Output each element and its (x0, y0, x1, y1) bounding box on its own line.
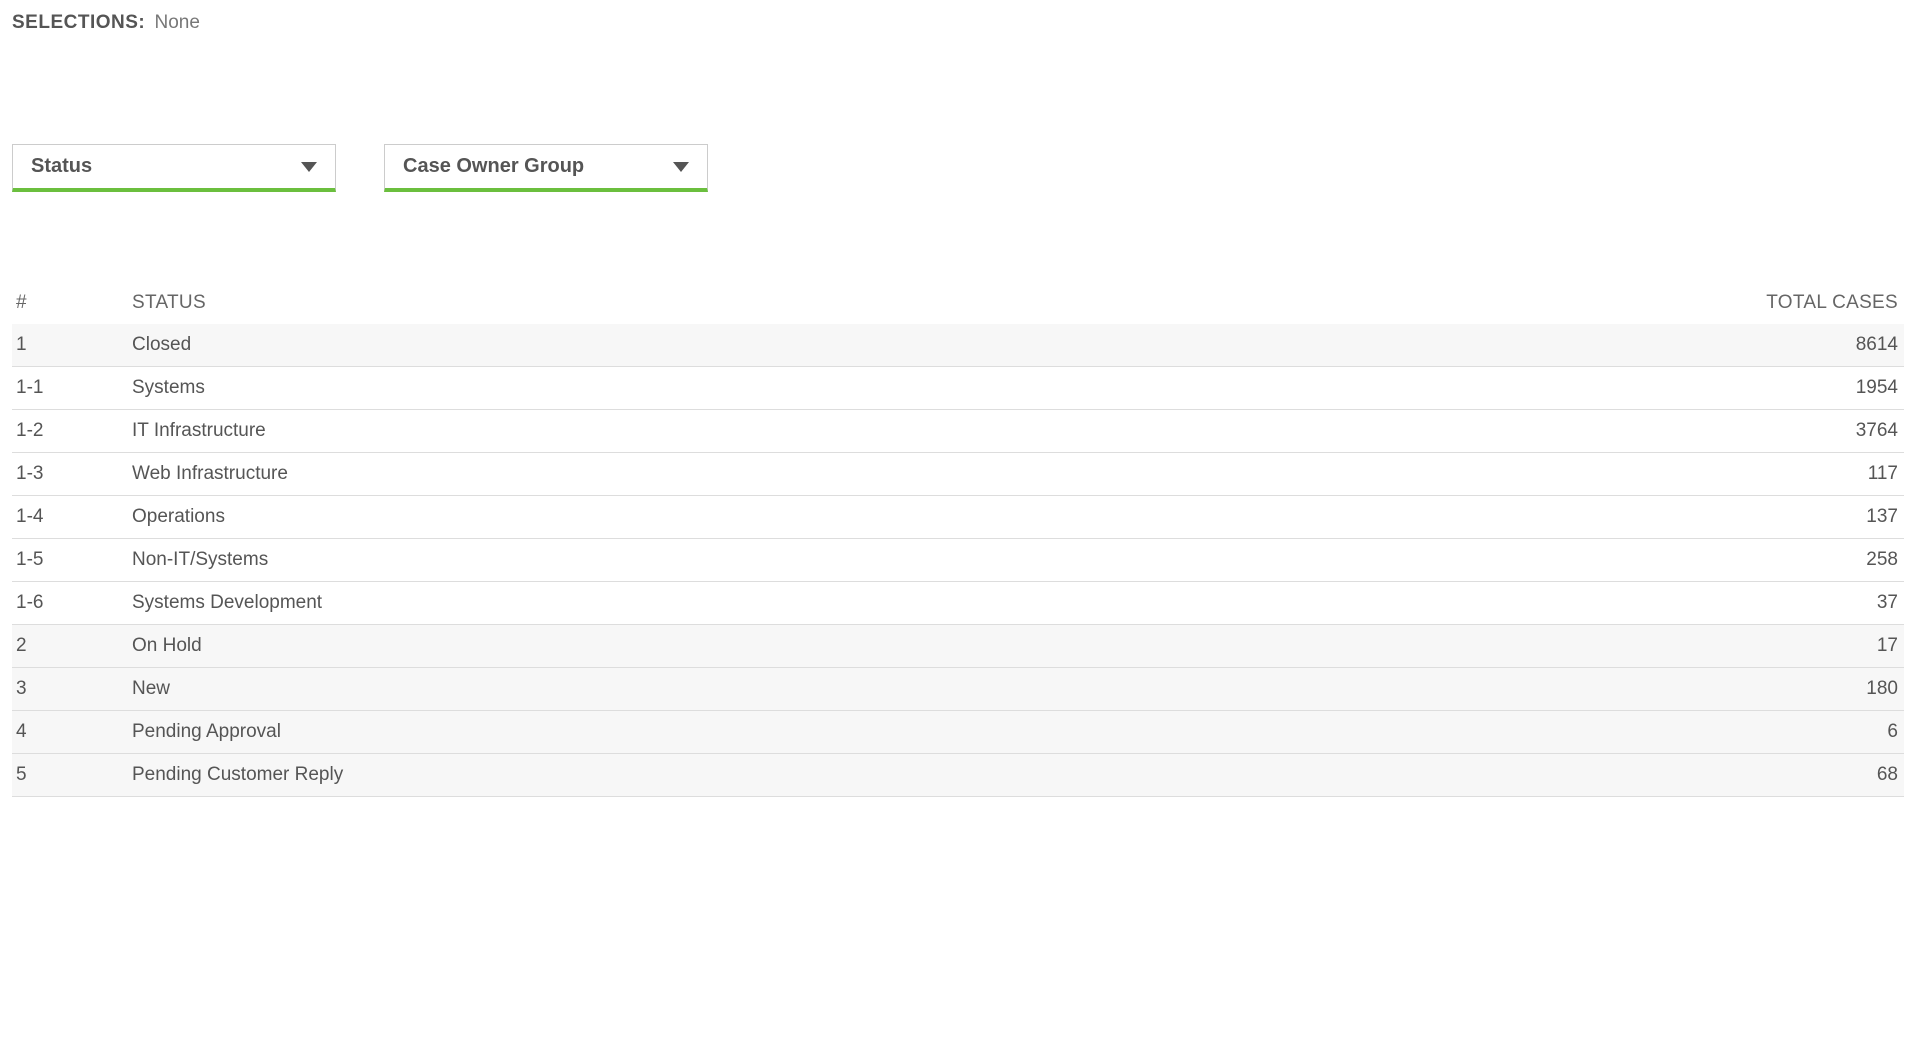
row-num-cell: 1-3 (12, 463, 132, 485)
row-total-cell: 137 (1724, 506, 1904, 528)
table-header-row: # STATUS TOTAL CASES (12, 282, 1904, 324)
row-status-cell: Pending Approval (132, 721, 1724, 743)
row-num-cell: 4 (12, 721, 132, 743)
row-total-cell: 258 (1724, 549, 1904, 571)
row-status-cell: Operations (132, 506, 1724, 528)
row-status-cell: Pending Customer Reply (132, 764, 1724, 786)
table-row[interactable]: 1-1Systems1954 (12, 367, 1904, 410)
status-filter-dropdown[interactable]: Status (12, 144, 336, 192)
row-total-cell: 8614 (1724, 334, 1904, 356)
row-num-cell: 3 (12, 678, 132, 700)
row-status-cell: IT Infrastructure (132, 420, 1724, 442)
column-header-total[interactable]: TOTAL CASES (1724, 292, 1904, 314)
table-row[interactable]: 1-3Web Infrastructure117 (12, 453, 1904, 496)
table-row[interactable]: 1-5Non-IT/Systems258 (12, 539, 1904, 582)
row-total-cell: 1954 (1724, 377, 1904, 399)
row-num-cell: 5 (12, 764, 132, 786)
column-header-num[interactable]: # (12, 292, 132, 314)
selections-value: None (155, 12, 200, 33)
filters-container: Status Case Owner Group (12, 144, 1904, 192)
row-total-cell: 3764 (1724, 420, 1904, 442)
row-status-cell: New (132, 678, 1724, 700)
table-row[interactable]: 1Closed8614 (12, 324, 1904, 367)
row-status-cell: Non-IT/Systems (132, 549, 1724, 571)
table-row[interactable]: 3New180 (12, 668, 1904, 711)
row-num-cell: 1-6 (12, 592, 132, 614)
row-status-cell: Web Infrastructure (132, 463, 1724, 485)
row-status-cell: Systems (132, 377, 1724, 399)
row-total-cell: 37 (1724, 592, 1904, 614)
row-status-cell: Systems Development (132, 592, 1724, 614)
selections-label: SELECTIONS: (12, 12, 145, 33)
row-num-cell: 1-5 (12, 549, 132, 571)
column-header-status[interactable]: STATUS (132, 292, 1724, 314)
row-status-cell: Closed (132, 334, 1724, 356)
row-total-cell: 117 (1724, 463, 1904, 485)
row-num-cell: 1 (12, 334, 132, 356)
chevron-down-icon (673, 162, 689, 172)
cases-table: # STATUS TOTAL CASES 1Closed86141-1Syste… (12, 282, 1904, 797)
row-num-cell: 1-4 (12, 506, 132, 528)
case-owner-group-filter-label: Case Owner Group (403, 155, 584, 178)
row-total-cell: 68 (1724, 764, 1904, 786)
chevron-down-icon (301, 162, 317, 172)
table-body: 1Closed86141-1Systems19541-2IT Infrastru… (12, 324, 1904, 797)
row-total-cell: 6 (1724, 721, 1904, 743)
selections-bar: SELECTIONS: None (12, 12, 1904, 34)
table-row[interactable]: 1-6Systems Development37 (12, 582, 1904, 625)
row-num-cell: 2 (12, 635, 132, 657)
table-row[interactable]: 2On Hold17 (12, 625, 1904, 668)
row-status-cell: On Hold (132, 635, 1724, 657)
table-row[interactable]: 1-2IT Infrastructure3764 (12, 410, 1904, 453)
table-row[interactable]: 1-4Operations137 (12, 496, 1904, 539)
case-owner-group-filter-dropdown[interactable]: Case Owner Group (384, 144, 708, 192)
row-total-cell: 180 (1724, 678, 1904, 700)
status-filter-label: Status (31, 155, 92, 178)
row-num-cell: 1-1 (12, 377, 132, 399)
table-row[interactable]: 4Pending Approval6 (12, 711, 1904, 754)
row-total-cell: 17 (1724, 635, 1904, 657)
row-num-cell: 1-2 (12, 420, 132, 442)
table-row[interactable]: 5Pending Customer Reply68 (12, 754, 1904, 797)
